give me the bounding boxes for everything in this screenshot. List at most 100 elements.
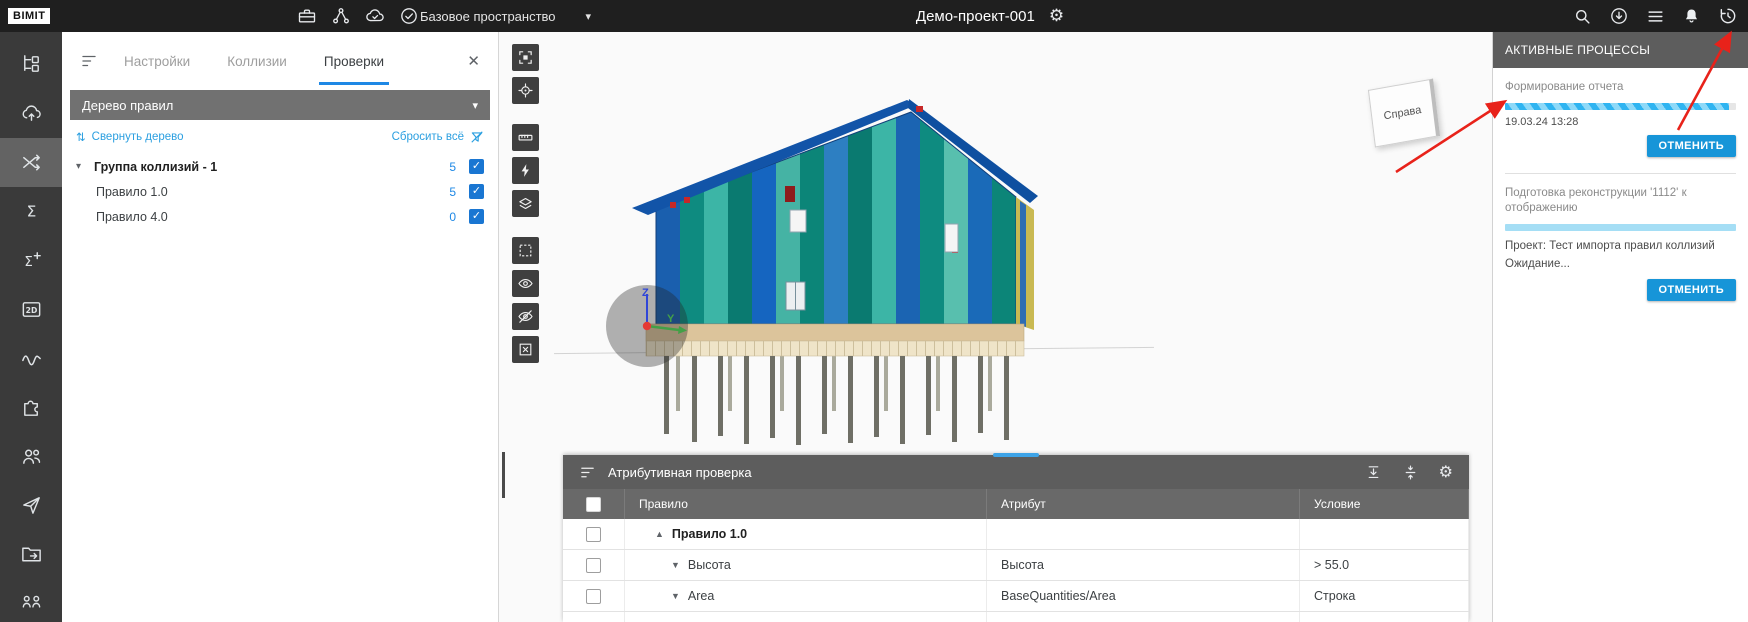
process-timestamp: 19.03.24 13:28	[1505, 116, 1736, 128]
door-annotation-card[interactable]: Справа	[1368, 78, 1440, 147]
collapse-rows-icon[interactable]	[1402, 464, 1419, 481]
sidebar-item-send[interactable]	[0, 481, 62, 530]
tab-settings[interactable]: Настройки	[124, 32, 190, 90]
sidebar-item-2d[interactable]: 2D	[0, 285, 62, 334]
tab-collisions[interactable]: Коллизии	[227, 32, 287, 90]
row-checkbox[interactable]	[586, 589, 601, 604]
check-circle-icon[interactable]	[399, 6, 419, 26]
sidebar-item-plugins[interactable]	[0, 383, 62, 432]
collision-count: 5	[449, 160, 456, 174]
close-icon[interactable]: ✕	[467, 52, 480, 70]
column-header-attribute[interactable]: Атрибут	[987, 489, 1300, 519]
expand-down-icon[interactable]: ▼	[671, 560, 680, 570]
app-sidebar: Σ Σ 2D	[0, 32, 62, 622]
structure-tree-icon	[20, 53, 43, 76]
svg-text:Σ: Σ	[26, 202, 36, 220]
workspace-selector[interactable]: Базовое пространство ▾	[420, 9, 591, 24]
2d-view-icon: 2D	[20, 298, 43, 321]
import-icon[interactable]	[1365, 464, 1382, 481]
panel-sort-icon[interactable]	[579, 464, 596, 481]
sidebar-item-sum[interactable]: Σ	[0, 187, 62, 236]
table-header-row: Правило Атрибут Условие	[563, 489, 1469, 519]
workspace-label: Базовое пространство	[420, 9, 556, 24]
viewport-scrollbar-thumb[interactable]	[502, 452, 505, 498]
tree-row[interactable]: ▾ Группа коллизий - 1 5 ✓	[62, 154, 498, 179]
attribute-panel-header: Атрибутивная проверка ⚙	[563, 455, 1469, 489]
active-processes-icon[interactable]	[1718, 6, 1738, 26]
rule-checkbox[interactable]: ✓	[469, 209, 484, 224]
locate-target-button[interactable]	[512, 77, 539, 104]
row-checkbox[interactable]	[586, 558, 601, 573]
panel-resize-handle[interactable]	[993, 453, 1039, 457]
sidebar-item-users[interactable]	[0, 432, 62, 481]
active-processes-panel: АКТИВНЫЕ ПРОЦЕССЫ Формирование отчета 19…	[1492, 32, 1748, 622]
rule-checkbox[interactable]: ✓	[469, 184, 484, 199]
table-row[interactable]: ▲Правило 1.0	[563, 519, 1469, 550]
column-header-rule[interactable]: Правило	[625, 489, 987, 519]
select-area-button[interactable]	[512, 237, 539, 264]
settings-gear-icon[interactable]: ⚙	[1439, 464, 1453, 480]
rules-tree-dropdown[interactable]: Дерево правил ▾	[70, 90, 490, 120]
show-eye-button[interactable]	[512, 270, 539, 297]
group-dots-icon	[20, 592, 43, 615]
cloud-download-icon[interactable]	[1609, 6, 1629, 26]
attribute-panel-actions: ⚙	[1365, 464, 1453, 481]
search-icon[interactable]	[1573, 7, 1592, 26]
project-title-group: Демо-проект-001 ⚙	[916, 8, 1064, 25]
expand-down-icon[interactable]: ▼	[671, 591, 680, 601]
panel-sort-icon[interactable]	[80, 52, 98, 70]
tree-actions: ⇅ Свернуть дерево Сбросить всё	[62, 120, 498, 154]
notifications-bell-icon[interactable]	[1682, 7, 1701, 26]
sidebar-item-cloud-upload[interactable]	[0, 89, 62, 138]
table-row[interactable]: ▼Area BaseQuantities/Area Строка	[563, 581, 1469, 612]
sidebar-item-sum-add[interactable]: Σ	[0, 236, 62, 285]
puzzle-icon	[20, 396, 43, 419]
cancel-button[interactable]: ОТМЕНИТЬ	[1647, 279, 1736, 301]
reset-all-link[interactable]: Сбросить всё	[392, 130, 484, 144]
table-row[interactable]: ▼Высота Высота > 55.0	[563, 550, 1469, 581]
hide-eye-off-button[interactable]	[512, 303, 539, 330]
collapse-tree-link[interactable]: ⇅ Свернуть дерево	[76, 130, 184, 144]
process-item: Формирование отчета 19.03.24 13:28 ОТМЕН…	[1505, 80, 1736, 157]
clear-selection-button[interactable]	[512, 336, 539, 363]
sidebar-item-structure[interactable]	[0, 40, 62, 89]
svg-text:2D: 2D	[25, 306, 37, 315]
attribute-panel-title: Атрибутивная проверка	[608, 465, 752, 480]
project-settings-gear-icon[interactable]: ⚙	[1049, 8, 1064, 25]
project-title: Демо-проект-001	[916, 8, 1035, 25]
rule-checkbox[interactable]: ✓	[469, 159, 484, 174]
collapse-up-icon[interactable]: ▲	[655, 529, 664, 539]
sidebar-item-collisions[interactable]	[0, 138, 62, 187]
collapse-caret-icon[interactable]: ▾	[76, 161, 94, 172]
filter-off-icon	[470, 130, 484, 144]
people-icon	[20, 445, 43, 468]
sidebar-item-export-folder[interactable]	[0, 530, 62, 579]
cancel-button[interactable]: ОТМЕНИТЬ	[1647, 135, 1736, 157]
chevron-down-icon: ▾	[472, 99, 478, 112]
toolbox-icon[interactable]	[297, 6, 317, 26]
door-annotation-label: Справа	[1383, 104, 1422, 123]
divider	[1505, 173, 1736, 174]
team-hierarchy-icon[interactable]	[331, 6, 351, 26]
rules-tree: ▾ Группа коллизий - 1 5 ✓ Правило 1.0 5 …	[62, 154, 498, 229]
rules-tree-label: Дерево правил	[82, 98, 173, 113]
tree-row[interactable]: Правило 1.0 5 ✓	[62, 179, 498, 204]
axis-gizmo[interactable]: Z Y	[603, 282, 691, 370]
clash-lightning-button[interactable]	[512, 157, 539, 184]
house-model[interactable]	[624, 98, 1042, 448]
tree-row[interactable]: Правило 4.0 0 ✓	[62, 204, 498, 229]
cloud-check-icon[interactable]	[365, 6, 385, 26]
axis-z-label: Z	[642, 287, 649, 299]
select-all-checkbox[interactable]	[586, 497, 601, 512]
ruler-tool-button[interactable]	[512, 124, 539, 151]
menu-list-icon[interactable]	[1646, 7, 1665, 26]
chevron-down-icon: ▾	[586, 10, 592, 23]
row-checkbox[interactable]	[586, 527, 601, 542]
column-header-condition[interactable]: Условие	[1300, 489, 1469, 519]
tab-checks[interactable]: Проверки	[324, 32, 384, 90]
sidebar-item-charts[interactable]	[0, 334, 62, 383]
focus-model-button[interactable]	[512, 44, 539, 71]
sidebar-item-groups[interactable]	[0, 579, 62, 622]
layers-section-button[interactable]	[512, 190, 539, 217]
topbar-tools	[297, 6, 419, 26]
